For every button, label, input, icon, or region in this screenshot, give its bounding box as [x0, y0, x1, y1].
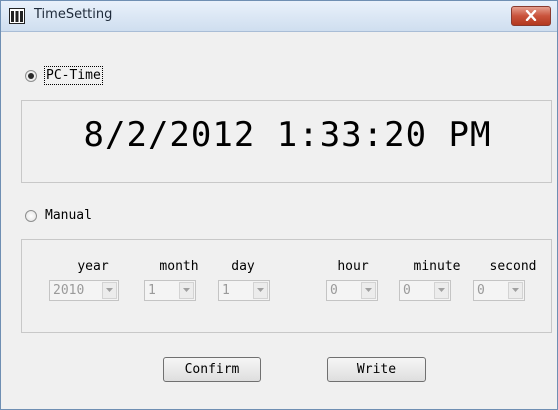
hour-value: 0 [330, 283, 338, 298]
close-icon [525, 10, 537, 21]
second-dropdown-button[interactable] [508, 282, 523, 299]
pc-time-radio[interactable] [25, 70, 37, 82]
year-select[interactable]: 2010 [49, 280, 119, 301]
minute-dropdown-button[interactable] [434, 282, 449, 299]
pc-time-group: 8/2/2012 1:33:20 PM [21, 100, 552, 183]
chevron-down-icon [183, 288, 190, 292]
chevron-down-icon [365, 288, 372, 292]
minute-label: minute [413, 259, 461, 274]
year-value: 2010 [53, 283, 85, 298]
year-label: year [77, 259, 109, 274]
hour-label: hour [337, 259, 369, 274]
hour-select[interactable]: 0 [326, 280, 378, 301]
second-select[interactable]: 0 [473, 280, 525, 301]
time-setting-window: TimeSetting PC-Time 8/2/2012 1:33:20 PM … [0, 0, 558, 410]
radio-selected-dot [28, 73, 34, 79]
chevron-down-icon [512, 288, 519, 292]
write-button[interactable]: Write [327, 357, 426, 382]
day-select[interactable]: 1 [218, 280, 270, 301]
second-label: second [489, 259, 537, 274]
minute-select[interactable]: 0 [399, 280, 451, 301]
month-label: month [159, 259, 199, 274]
month-value: 1 [148, 283, 156, 298]
manual-radio[interactable] [25, 210, 37, 222]
close-button[interactable] [511, 6, 551, 26]
day-label: day [231, 259, 255, 274]
day-dropdown-button[interactable] [253, 282, 268, 299]
month-select[interactable]: 1 [144, 280, 196, 301]
app-icon [9, 8, 25, 24]
year-dropdown-button[interactable] [102, 282, 117, 299]
second-value: 0 [477, 283, 485, 298]
chevron-down-icon [106, 288, 113, 292]
hour-dropdown-button[interactable] [361, 282, 376, 299]
day-value: 1 [222, 283, 230, 298]
pc-time-display: 8/2/2012 1:33:20 PM [83, 115, 492, 155]
minute-value: 0 [403, 283, 411, 298]
chevron-down-icon [257, 288, 264, 292]
pc-time-label[interactable]: PC-Time [44, 66, 103, 85]
manual-label[interactable]: Manual [45, 208, 92, 223]
confirm-button[interactable]: Confirm [163, 357, 261, 382]
window-title: TimeSetting [34, 7, 113, 22]
month-dropdown-button[interactable] [179, 282, 194, 299]
chevron-down-icon [438, 288, 445, 292]
title-bar[interactable]: TimeSetting [1, 1, 557, 32]
